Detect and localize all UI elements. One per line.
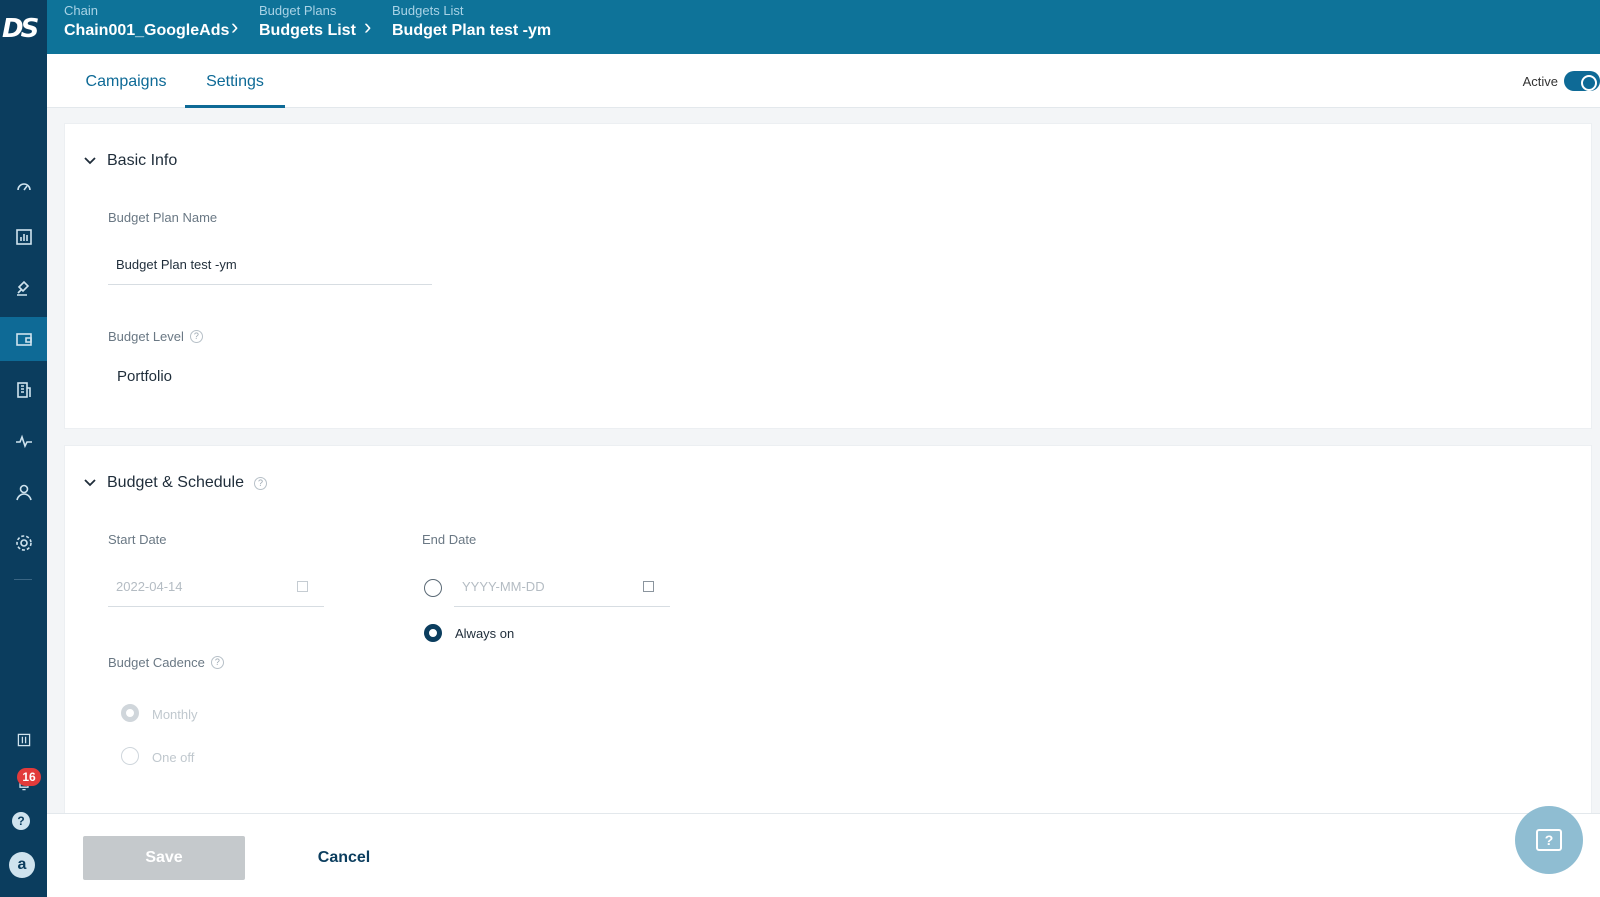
help-circle-icon[interactable]: ? (254, 476, 267, 490)
top-header: Chain Chain001_GoogleAds › Budget Plans … (47, 0, 1600, 54)
help-circle-icon[interactable]: ? (210, 656, 224, 669)
one-off-label: One off (152, 750, 195, 765)
budget-level-label: Budget Level ? (108, 329, 203, 344)
breadcrumb-small: Budget Plans (259, 3, 337, 18)
help-circle-icon[interactable]: ? (189, 330, 203, 343)
always-on-label[interactable]: Always on (455, 626, 514, 641)
end-date-label: End Date (422, 532, 476, 547)
report-icon[interactable] (0, 215, 47, 259)
label-text: Start Date (108, 532, 167, 547)
end-date-input[interactable]: YYYY-MM-DD (454, 567, 670, 607)
budget-schedule-header[interactable]: Budget & Schedule ? (83, 474, 267, 492)
dashboard-icon[interactable] (0, 164, 47, 208)
active-label: Active (1522, 74, 1558, 89)
help-icon[interactable]: ? (12, 812, 30, 830)
activity-icon[interactable] (0, 419, 47, 463)
budget-cadence-label: Budget Cadence ? (108, 655, 224, 670)
start-date-label: Start Date (108, 532, 167, 547)
feedback-button[interactable]: ? (1515, 806, 1583, 874)
plan-name-label: Budget Plan Name (108, 210, 217, 225)
section-title: Budget & Schedule (107, 474, 244, 491)
one-off-radio (121, 747, 139, 765)
end-date-radio[interactable] (424, 579, 442, 597)
chevron-right-icon: › (364, 14, 372, 39)
breadcrumb-budget-plans[interactable]: Budget Plans Budgets List (259, 0, 356, 40)
section-title: Basic Info (107, 152, 178, 169)
chevron-down-icon (84, 479, 96, 487)
page-title: Budget Plan test -ym (392, 22, 552, 39)
breadcrumb-small: Budgets List (392, 3, 464, 18)
tab-campaigns[interactable]: Campaigns (85, 54, 167, 108)
start-date-input: 2022-04-14 (108, 567, 324, 607)
calendar-icon (297, 581, 308, 592)
label-text: Budget Plan Name (108, 210, 218, 225)
chevron-right-icon: › (231, 14, 239, 39)
bid-icon[interactable] (0, 266, 47, 310)
always-on-radio[interactable] (424, 624, 442, 642)
sidebar-divider (14, 579, 32, 580)
basic-info-header[interactable]: Basic Info (83, 152, 177, 170)
chat-question-icon: ? (1536, 829, 1562, 851)
sidebar: DS 16 ? a (0, 0, 47, 897)
wallet-icon[interactable] (0, 317, 47, 361)
label-text: Budget Level (108, 329, 184, 344)
cancel-button[interactable]: Cancel (299, 836, 389, 880)
chevron-down-icon (84, 157, 96, 165)
label-text: Budget Cadence (108, 655, 205, 670)
breadcrumb-big: Chain001_GoogleAds (64, 22, 230, 39)
breadcrumb-big: Budgets List (259, 22, 356, 39)
avatar[interactable]: a (9, 852, 35, 878)
active-toggle[interactable] (1564, 71, 1600, 91)
tools-icon[interactable] (0, 728, 47, 752)
breadcrumb-small: Chain (64, 3, 98, 18)
notification-badge: 16 (17, 768, 41, 786)
settings-icon[interactable] (0, 521, 47, 565)
monthly-radio (121, 704, 139, 722)
tab-settings[interactable]: Settings (185, 54, 285, 108)
app-logo[interactable]: DS (2, 14, 44, 50)
basic-info-section: Basic Info Budget Plan Name Budget Plan … (64, 123, 1592, 429)
label-text: End Date (422, 532, 477, 547)
budget-schedule-section: Budget & Schedule ? Start Date 2022-04-1… (64, 445, 1592, 815)
breadcrumb-current: Budgets List Budget Plan test -ym (392, 0, 551, 40)
end-date-placeholder: YYYY-MM-DD (462, 579, 545, 594)
save-button[interactable]: Save (83, 836, 245, 880)
tab-bar: Campaigns Settings Active (47, 54, 1600, 108)
plan-name-input[interactable]: Budget Plan test -ym (108, 245, 432, 285)
breadcrumb-chain[interactable]: Chain Chain001_GoogleAds (64, 0, 229, 40)
user-icon[interactable] (0, 470, 47, 514)
start-date-value: 2022-04-14 (116, 579, 183, 594)
calendar-icon[interactable] (643, 581, 654, 592)
budget-level-value: Portfolio (117, 368, 173, 385)
building-icon[interactable] (0, 368, 47, 412)
footer-bar: Save Cancel (47, 813, 1600, 897)
monthly-label: Monthly (152, 707, 198, 722)
